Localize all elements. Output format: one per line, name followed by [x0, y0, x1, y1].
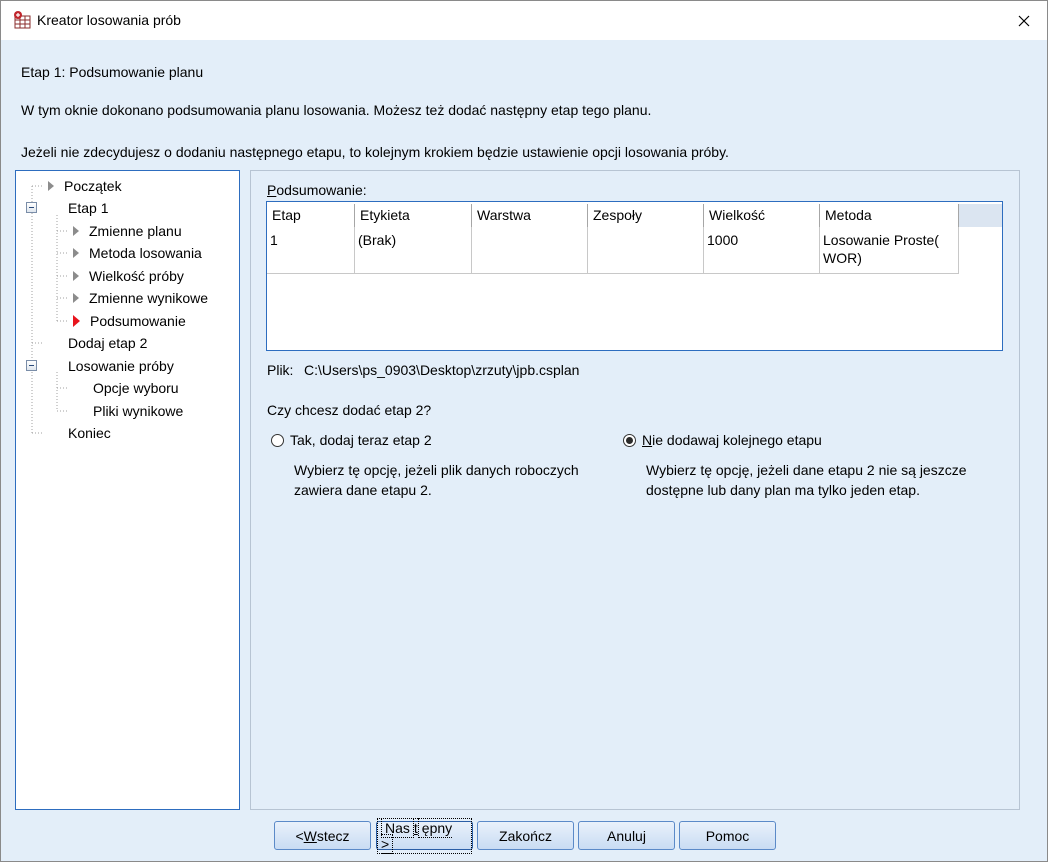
tree-item-label: Dodaj etap 2: [68, 335, 148, 351]
tree-item-label: Zmienne wynikowe: [89, 290, 209, 306]
table-cell: 1: [267, 227, 355, 274]
triangle-right-icon: [73, 271, 79, 281]
tree-item-add-stage2[interactable]: Dodaj etap 2: [68, 333, 147, 353]
tree-item-finish[interactable]: Koniec: [68, 423, 111, 443]
next-button[interactable]: Nas t ępny >: [376, 817, 473, 854]
table-row[interactable]: 1 (Brak) 1000 Losowanie Proste( WOR): [267, 227, 959, 274]
tree-item-output-files[interactable]: Pliki wynikowe: [93, 401, 183, 421]
triangle-right-icon: [73, 226, 79, 236]
tree-item-selection-options[interactable]: Opcje wyboru: [93, 378, 179, 398]
column-header[interactable]: Etap: [267, 204, 355, 227]
table-header: Etap Etykieta Warstwa Zespoły Wielkość M…: [267, 204, 1002, 227]
help-button[interactable]: Pomoc: [679, 821, 776, 850]
spss-table-icon: [12, 10, 32, 30]
table-cell: Losowanie Proste( WOR): [820, 227, 959, 274]
tree-item-label: Początek: [64, 178, 122, 194]
tree-item-start[interactable]: Początek: [48, 176, 122, 196]
summary-label: Podsumowanie:: [267, 182, 367, 198]
tree-item-label: Losowanie próby: [68, 358, 174, 374]
window-title: Kreator losowania prób: [37, 12, 181, 28]
radio-label: Tak, dodaj teraz etap 2: [290, 432, 432, 448]
tree-item-output-variables[interactable]: Zmienne wynikowe: [73, 288, 208, 308]
tree-item-label: Podsumowanie: [90, 313, 186, 329]
summary-table[interactable]: Etap Etykieta Warstwa Zespoły Wielkość M…: [266, 201, 1003, 351]
tree-item-draw-sample[interactable]: Losowanie próby: [68, 356, 174, 376]
close-button[interactable]: [1001, 1, 1047, 40]
tree-item-design-variables[interactable]: Zmienne planu: [73, 221, 182, 241]
tree-item-label: Metoda losowania: [89, 245, 202, 261]
tree-item-label: Pliki wynikowe: [93, 403, 184, 419]
add-stage-question: Czy chcesz dodać etap 2?: [267, 402, 432, 418]
radio-label: Nie dodawaj kolejnego etapu: [642, 432, 822, 448]
table-cell: [472, 227, 588, 274]
table-cell: (Brak): [355, 227, 472, 274]
tree-item-label: Etap 1: [68, 200, 109, 216]
wizard-step-tree[interactable]: Początek Etap 1 Zmienne planu Metoda los…: [15, 170, 240, 810]
radio-checked-icon: [623, 433, 636, 447]
tree-item-label: Koniec: [68, 425, 111, 441]
table-cell: 1000: [704, 227, 820, 274]
collapse-toggle-icon[interactable]: [26, 360, 37, 371]
tree-item-label: Wielkość próby: [89, 268, 184, 284]
tree-item-summary[interactable]: Podsumowanie: [73, 311, 186, 331]
collapse-toggle-icon[interactable]: [26, 202, 37, 213]
title-bar: Kreator losowania prób: [1, 1, 1047, 40]
tree-item-stage1[interactable]: Etap 1: [68, 198, 108, 218]
wizard-window: Kreator losowania prób Etap 1: Podsumowa…: [0, 0, 1048, 862]
step-title: Etap 1: Podsumowanie planu: [21, 64, 204, 80]
column-header[interactable]: Wielkość: [704, 204, 820, 227]
add-stage2-description: Wybierz tę opcję, jeżeli plik danych rob…: [294, 462, 579, 498]
column-header[interactable]: Metoda: [820, 204, 959, 227]
tree-item-label: Zmienne planu: [89, 223, 182, 239]
finish-button[interactable]: Zakończ: [477, 821, 574, 850]
triangle-right-icon: [73, 248, 79, 258]
add-stage2-radio[interactable]: Tak, dodaj teraz etap 2: [271, 432, 432, 448]
column-header[interactable]: Zespoły: [588, 204, 704, 227]
summary-description: W tym oknie dokonano podsumowania planu …: [21, 102, 652, 118]
file-label: Plik:: [267, 362, 294, 378]
current-step-arrow-icon: [73, 315, 80, 327]
tree-item-label: Opcje wyboru: [93, 380, 179, 396]
cancel-button[interactable]: Anuluj: [578, 821, 675, 850]
next-step-description: Jeżeli nie zdecydujesz o dodaniu następn…: [21, 144, 729, 160]
file-path: C:\Users\ps_0903\Desktop\zrzuty\jpb.cspl…: [304, 362, 580, 378]
tree-item-sampling-method[interactable]: Metoda losowania: [73, 243, 202, 263]
column-header[interactable]: Etykieta: [355, 204, 472, 227]
tree-item-sample-size[interactable]: Wielkość próby: [73, 266, 184, 286]
close-icon: [1018, 15, 1030, 26]
triangle-right-icon: [73, 293, 79, 303]
no-add-stage-radio[interactable]: Nie dodawaj kolejnego etapu: [623, 432, 822, 448]
back-button[interactable]: < Wstecz: [274, 821, 371, 850]
column-header[interactable]: Warstwa: [472, 204, 588, 227]
triangle-right-icon: [48, 181, 54, 191]
table-cell: [588, 227, 704, 274]
no-add-stage-description: Wybierz tę opcję, jeżeli dane etapu 2 ni…: [646, 462, 967, 498]
radio-unchecked-icon: [271, 433, 284, 447]
